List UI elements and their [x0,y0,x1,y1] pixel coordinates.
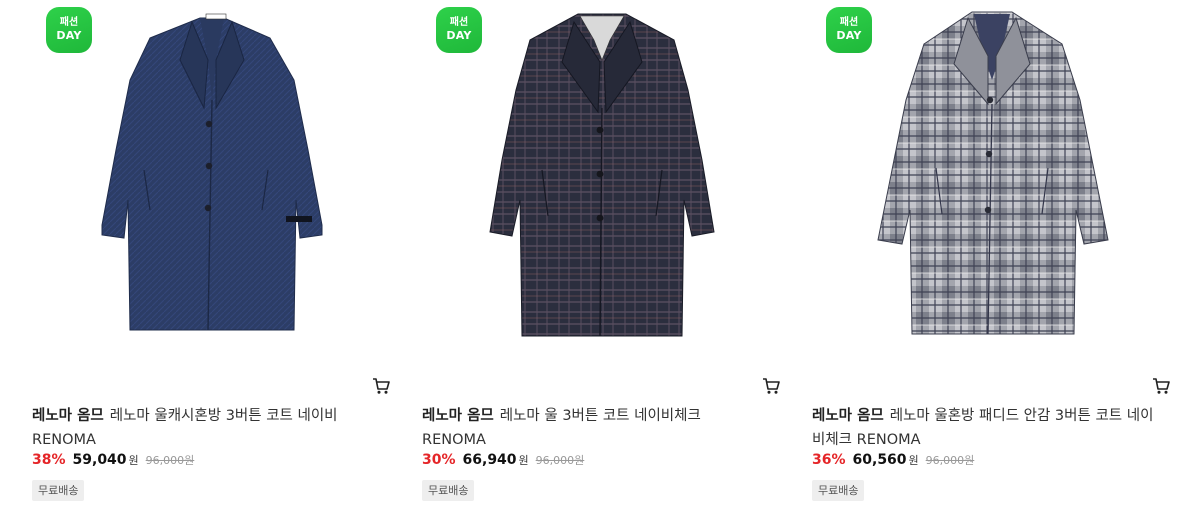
price-row: 30% 66,940 원 96,000원 [422,452,584,472]
sale-price: 66,940 [462,452,517,468]
product-image-navy-coat[interactable]: 패션 DAY [32,0,392,360]
product-title[interactable]: 레노마 옴므 레노마 울 3버튼 코트 네이비체크 RENOMA [422,404,782,452]
sale-price: 59,040 [72,452,127,468]
product-name-cont: 비체크 RENOMA [812,432,921,448]
price-unit: 원 [908,454,919,467]
product-card[interactable]: 패션 DAY 레노마 옴므 레노마 울캐시혼방 3버튼 코트 네이비 RENOMA… [32,0,392,508]
product-image-grey-check-coat[interactable]: 패션 DAY [812,0,1172,360]
brand-name: 레노마 옴므 [32,408,104,424]
discount-rate: 38% [32,452,66,468]
price-unit: 원 [128,454,139,467]
product-name-cont: RENOMA [32,432,96,448]
price-unit: 원 [518,454,529,467]
cart-icon[interactable] [1152,377,1170,395]
product-card[interactable]: 패션 DAY 레노마 옴므 레노마 울혼방 패디드 안감 3버튼 코트 네이 비체… [812,0,1172,508]
product-card[interactable]: 패션 DAY 레노마 옴므 레노마 울 3버튼 코트 네이비체크 RENOMA 3… [422,0,782,508]
coat-illustration [489,13,715,337]
product-image-navy-check-coat[interactable]: 패션 DAY [422,0,782,360]
product-title[interactable]: 레노마 옴므 레노마 울혼방 패디드 안감 3버튼 코트 네이 비체크 RENOM… [812,404,1172,452]
price-row: 38% 59,040 원 96,000원 [32,452,194,472]
coat-illustration [101,13,323,331]
brand-name: 레노마 옴므 [422,408,494,424]
product-name-cont: RENOMA [422,432,486,448]
price-row: 36% 60,560 원 96,000원 [812,452,974,472]
sale-price: 60,560 [852,452,907,468]
original-price: 96,000원 [925,454,975,467]
discount-rate: 30% [422,452,456,468]
original-price: 96,000원 [145,454,195,467]
product-title[interactable]: 레노마 옴므 레노마 울캐시혼방 3버튼 코트 네이비 RENOMA [32,404,392,452]
cart-icon[interactable] [372,377,390,395]
product-grid: 패션 DAY 레노마 옴므 레노마 울캐시혼방 3버튼 코트 네이비 RENOMA… [0,0,1186,508]
free-shipping-tag: 무료배송 [422,480,475,501]
discount-rate: 36% [812,452,846,468]
product-name: 레노마 울혼방 패디드 안감 3버튼 코트 네이 [889,408,1154,424]
original-price: 96,000원 [535,454,585,467]
fashion-day-badge: 패션 DAY [436,7,482,53]
product-name: 레노마 울캐시혼방 3버튼 코트 네이비 [109,408,338,424]
coat-illustration [877,11,1109,335]
product-name: 레노마 울 3버튼 코트 네이비체크 [499,408,701,424]
free-shipping-tag: 무료배송 [812,480,865,501]
cart-icon[interactable] [762,377,780,395]
free-shipping-tag: 무료배송 [32,480,85,501]
brand-name: 레노마 옴므 [812,408,884,424]
fashion-day-badge: 패션 DAY [46,7,92,53]
fashion-day-badge: 패션 DAY [826,7,872,53]
